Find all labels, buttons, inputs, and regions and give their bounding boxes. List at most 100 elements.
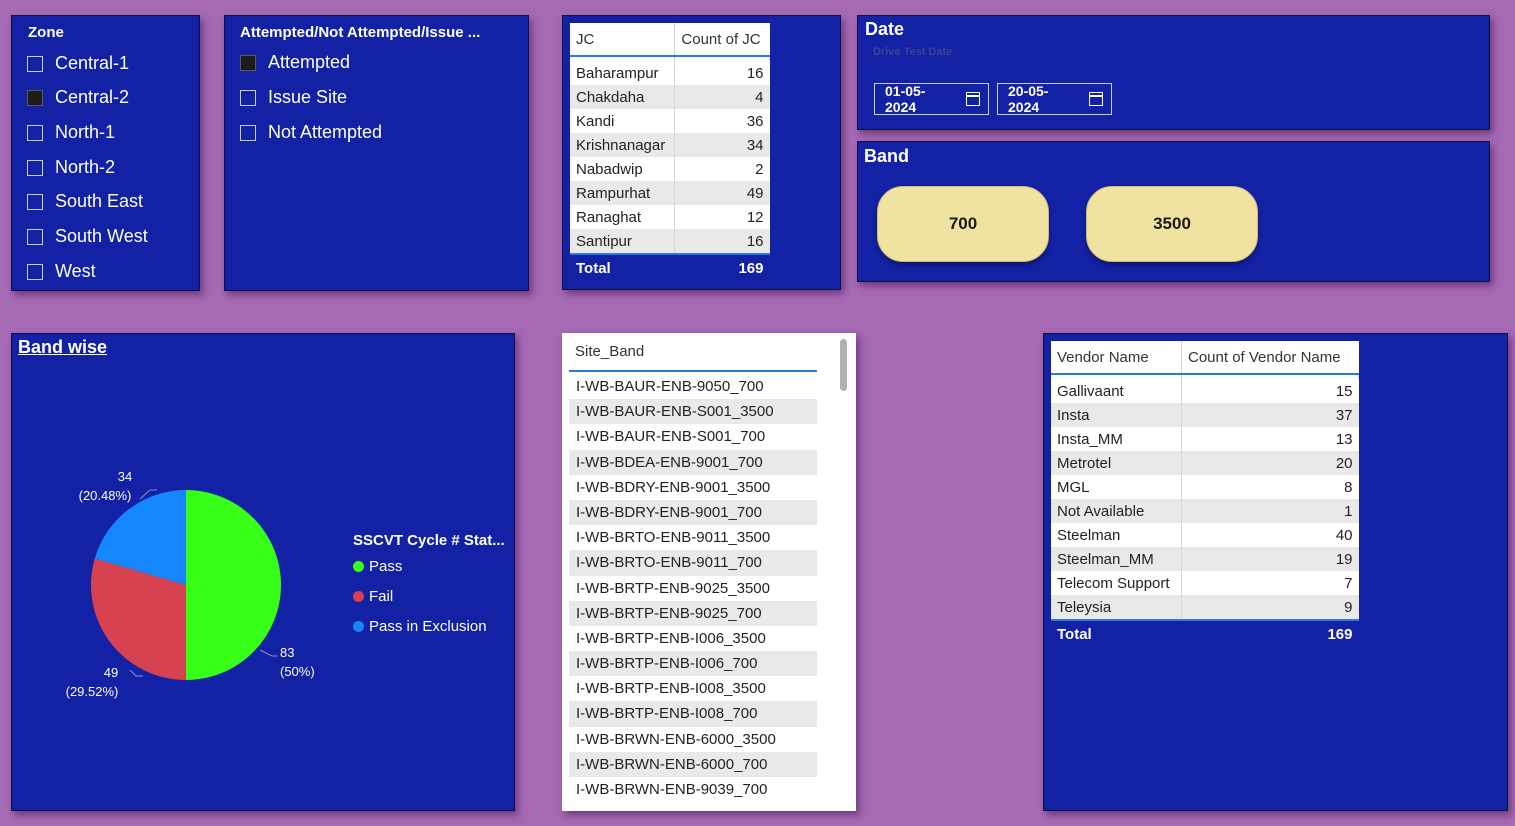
pass-data-label-value: 83 — [280, 645, 294, 660]
total-row: Total 169 — [570, 253, 770, 281]
count-of-jc-column-header[interactable]: Count of JC — [674, 23, 770, 57]
legend-label-pass: Pass — [369, 558, 403, 575]
drive-test-date-label: Drive Test Date — [873, 46, 953, 58]
vendor-table-card: Vendor Name Count of Vendor Name Galliva… — [1043, 333, 1508, 811]
jc-count-cell: 49 — [674, 181, 770, 205]
jc-count-cell: 16 — [674, 61, 770, 85]
band-700-button[interactable]: 700 — [877, 186, 1049, 262]
site-band-row[interactable]: I-WB-BAUR-ENB-9050_700 — [569, 374, 817, 399]
vendor-name-cell: Not Available — [1051, 499, 1182, 523]
count-of-vendor-name-column-header[interactable]: Count of Vendor Name — [1181, 341, 1359, 375]
total-row: Total 169 — [1051, 619, 1359, 647]
vertical-scrollbar[interactable] — [840, 339, 847, 391]
pass-data-label-percent: (50%) — [280, 664, 315, 679]
table-row[interactable]: Teleysia 9 — [1051, 595, 1359, 620]
vendor-count-cell: 15 — [1181, 379, 1359, 403]
fail-data-label-percent: (29.52%) — [66, 684, 119, 699]
table-row[interactable]: Metrotel 20 — [1051, 451, 1359, 475]
vendor-name-cell: Telecom Support — [1051, 571, 1182, 595]
table-row[interactable]: Krishnanagar 34 — [570, 133, 770, 157]
vendor-name-cell: Insta_MM — [1051, 427, 1182, 451]
site-band-row[interactable]: I-WB-BRTP-ENB-9025_700 — [569, 600, 817, 626]
table-row[interactable]: Gallivaant 15 — [1051, 379, 1359, 403]
table-row[interactable]: Nabadwip 2 — [570, 157, 770, 181]
site-band-row[interactable]: I-WB-BRTO-ENB-9011_3500 — [569, 525, 817, 550]
vendor-count-cell: 7 — [1181, 571, 1359, 595]
vendor-name-column-header[interactable]: Vendor Name — [1051, 341, 1182, 375]
pass-leader-line — [259, 649, 277, 657]
vendor-name-cell: Gallivaant — [1051, 379, 1182, 403]
fail-legend-dot — [353, 591, 364, 602]
site-band-table-card: Site_Band I-WB-BAUR-ENB-9050_700 I-WB-BAU… — [562, 333, 856, 811]
vendor-name-cell: Teleysia — [1051, 595, 1182, 620]
vendor-count-cell: 8 — [1181, 475, 1359, 499]
site-band-row[interactable]: I-WB-BRTO-ENB-9011_700 — [569, 550, 817, 576]
vendor-count-cell: 20 — [1181, 451, 1359, 475]
table-row[interactable]: Ranaghat 12 — [570, 205, 770, 229]
jc-count-cell: 34 — [674, 133, 770, 157]
vendor-name-cell: Steelman_MM — [1051, 547, 1182, 571]
table-row[interactable]: Telecom Support 7 — [1051, 571, 1359, 595]
table-row[interactable]: MGL 8 — [1051, 475, 1359, 499]
legend-item-pass[interactable]: Pass — [353, 558, 402, 575]
table-row[interactable]: Chakdaha 4 — [570, 85, 770, 109]
site-band-row[interactable]: I-WB-BRTP-ENB-I006_3500 — [569, 626, 817, 651]
vendor-name-cell: MGL — [1051, 475, 1182, 499]
table-row[interactable]: Santipur 16 — [570, 229, 770, 254]
site-band-row[interactable]: I-WB-BRTP-ENB-I008_3500 — [569, 676, 817, 701]
calendar-icon[interactable] — [966, 92, 980, 106]
site-band-row[interactable]: I-WB-BAUR-ENB-S001_3500 — [569, 399, 817, 425]
site-band-row[interactable]: I-WB-BDEA-ENB-9001_700 — [569, 449, 817, 475]
band-slicer-title: Band — [864, 146, 909, 166]
table-row[interactable]: Insta_MM 13 — [1051, 427, 1359, 451]
exclusion-data-label-percent: (20.48%) — [79, 488, 132, 503]
jc-count-cell: 4 — [674, 85, 770, 109]
table-row[interactable]: Steelman_MM 19 — [1051, 547, 1359, 571]
jc-name-cell: Nabadwip — [570, 157, 676, 181]
legend-label-fail: Fail — [369, 588, 394, 605]
vendor-count-cell: 1 — [1181, 499, 1359, 523]
date-slicer: Date Drive Test Date 01-05-2024 20-05-20… — [857, 15, 1490, 130]
site-band-row[interactable]: I-WB-BRTP-ENB-9025_3500 — [569, 576, 817, 601]
vendor-name-cell: Steelman — [1051, 523, 1182, 547]
site-band-row[interactable]: I-WB-BDRY-ENB-9001_700 — [569, 499, 817, 526]
start-date-input[interactable]: 01-05-2024 — [874, 83, 989, 115]
jc-name-cell: Santipur — [570, 229, 676, 254]
legend-item-fail[interactable]: Fail — [353, 588, 393, 605]
site-band-row[interactable]: I-WB-BRWN-ENB-6000_3500 — [569, 727, 817, 752]
table-row[interactable]: Kandi 36 — [570, 109, 770, 133]
jc-count-cell: 16 — [674, 229, 770, 254]
pie-slice-pass[interactable] — [186, 490, 281, 680]
start-date-value: 01-05-2024 — [885, 83, 926, 115]
band-wise-pie-chart: 34 (20.48%) 49 (29.52%) 83 (50%) — [66, 469, 315, 699]
table-row[interactable]: Insta 37 — [1051, 403, 1359, 427]
site-band-row[interactable]: I-WB-BRTP-ENB-I008_700 — [569, 701, 817, 727]
jc-count-cell: 36 — [674, 109, 770, 133]
legend-item-pass-in-exclusion[interactable]: Pass in Exclusion — [353, 618, 487, 635]
vendor-count-cell: 37 — [1181, 403, 1359, 427]
site-band-rows: I-WB-BAUR-ENB-9050_700 I-WB-BAUR-ENB-S001… — [569, 374, 817, 802]
total-label: Total — [1051, 619, 1182, 647]
site-band-column-header[interactable]: Site_Band — [569, 333, 817, 372]
table-row[interactable]: Steelman 40 — [1051, 523, 1359, 547]
site-band-row[interactable]: I-WB-BRWN-ENB-6000_700 — [569, 751, 817, 777]
vendor-table: Vendor Name Count of Vendor Name Galliva… — [1051, 341, 1359, 647]
pass-in-exclusion-legend-dot — [353, 621, 364, 632]
vendor-count-cell: 40 — [1181, 523, 1359, 547]
site-band-row[interactable]: I-WB-BAUR-ENB-S001_700 — [569, 424, 817, 449]
site-band-row[interactable]: I-WB-BRTP-ENB-I006_700 — [569, 651, 817, 677]
site-band-row[interactable]: I-WB-BDRY-ENB-9001_3500 — [569, 475, 817, 500]
fail-data-label-value: 49 — [104, 665, 118, 680]
table-row[interactable]: Baharampur 16 — [570, 61, 770, 85]
band-3500-button[interactable]: 3500 — [1086, 186, 1258, 262]
end-date-value: 20-05-2024 — [1008, 83, 1049, 115]
calendar-icon[interactable] — [1089, 92, 1103, 106]
total-value: 169 — [674, 253, 770, 281]
table-row[interactable]: Not Available 1 — [1051, 499, 1359, 523]
jc-name-cell: Chakdaha — [570, 85, 676, 109]
table-row[interactable]: Rampurhat 49 — [570, 181, 770, 205]
end-date-input[interactable]: 20-05-2024 — [997, 83, 1112, 115]
jc-column-header[interactable]: JC — [570, 23, 676, 57]
site-band-row[interactable]: I-WB-BRWN-ENB-9039_700 — [569, 777, 817, 802]
total-value: 169 — [1181, 619, 1359, 647]
